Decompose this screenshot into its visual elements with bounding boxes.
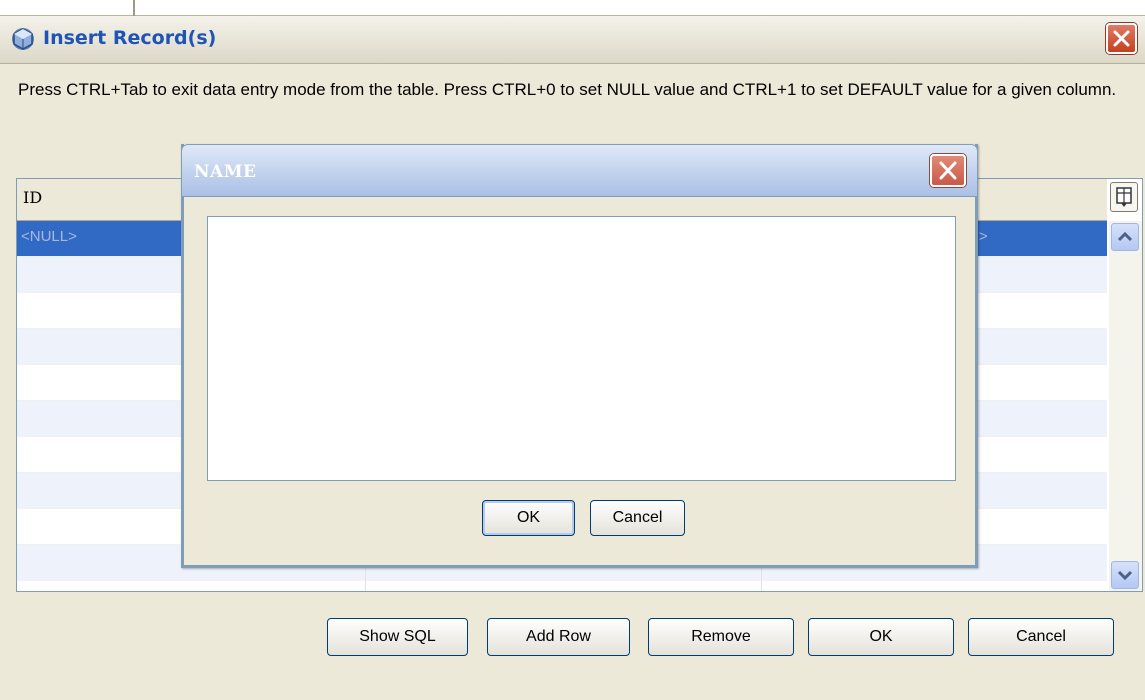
dialog-ok-button[interactable]: OK xyxy=(482,500,575,536)
instructions-text: Press CTRL+Tab to exit data entry mode f… xyxy=(18,80,1117,99)
table-cell[interactable]: '> xyxy=(972,221,1102,257)
dialog-title: NAME xyxy=(194,162,257,182)
column-selector-button[interactable] xyxy=(1110,182,1138,212)
vertical-scrollbar[interactable] xyxy=(1109,221,1142,591)
add-row-button[interactable]: Add Row xyxy=(487,618,630,656)
dialog-cancel-button[interactable]: Cancel xyxy=(590,500,685,536)
window-title: Insert Record(s) xyxy=(43,27,217,49)
dialog-titlebar[interactable]: NAME xyxy=(181,144,978,197)
background-strip xyxy=(0,0,1145,16)
ok-button[interactable]: OK xyxy=(808,618,954,656)
close-icon xyxy=(1113,30,1130,47)
chevron-up-icon xyxy=(1117,231,1133,242)
chevron-down-icon xyxy=(1117,570,1133,581)
cancel-button[interactable]: Cancel xyxy=(968,618,1114,656)
column-chooser-icon xyxy=(1116,187,1132,207)
dialog-close-button[interactable] xyxy=(930,154,966,187)
name-editor-dialog: NAME OK Cancel xyxy=(181,144,978,568)
show-sql-button[interactable]: Show SQL xyxy=(327,618,468,656)
name-value-textarea[interactable] xyxy=(207,216,956,481)
window-titlebar[interactable]: Insert Record(s) xyxy=(0,16,1145,64)
scroll-down-button[interactable] xyxy=(1111,561,1139,589)
close-icon xyxy=(939,161,957,180)
scroll-up-button[interactable] xyxy=(1111,223,1139,251)
window-close-button[interactable] xyxy=(1106,23,1137,54)
database-table-icon xyxy=(12,28,34,50)
remove-button[interactable]: Remove xyxy=(648,618,794,656)
